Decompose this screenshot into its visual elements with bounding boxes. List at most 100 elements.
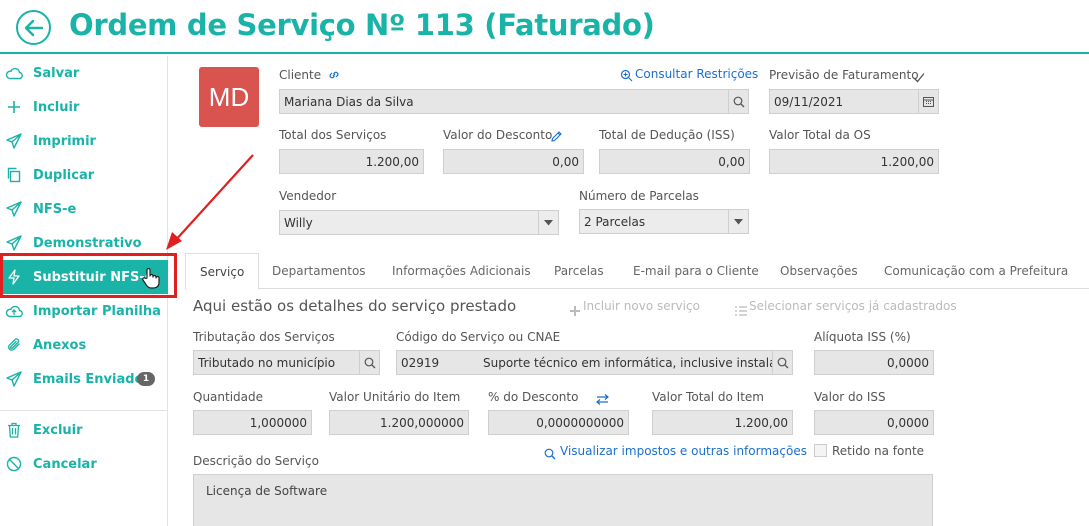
consult-restrictions-link[interactable]: Consultar Restrições — [635, 67, 758, 81]
count-badge: 1 — [137, 372, 155, 386]
discount-percent-label: % do Desconto — [488, 390, 579, 404]
installments-value: 2 Parcelas — [584, 214, 646, 229]
sidebar-item-label: Imprimir — [33, 133, 96, 149]
taxation-label: Tributação dos Serviços — [193, 330, 335, 344]
item-total-field: 1.200,00 — [652, 410, 793, 435]
chevron-down-icon[interactable] — [538, 211, 558, 234]
iss-rate-label: Alíquota ISS (%) — [814, 330, 911, 344]
page: Ordem de Serviço Nº 113 (Faturado) Salva… — [0, 0, 1089, 526]
billing-forecast-value: 09/11/2021 — [774, 94, 844, 109]
tab-departamentos[interactable]: Departamentos — [272, 253, 366, 289]
cloud-upload-icon — [5, 302, 23, 320]
total-os-label: Valor Total da OS — [769, 128, 871, 142]
installments-label: Número de Parcelas — [579, 189, 699, 203]
sidebar-item-label: Incluir — [33, 99, 80, 115]
search-icon[interactable] — [728, 90, 748, 113]
sidebar-item-duplicar[interactable]: Duplicar — [0, 160, 168, 190]
highlight-box — [0, 253, 177, 298]
search-plus-icon — [620, 67, 633, 86]
total-os-field: 1.200,00 — [769, 149, 939, 174]
search-icon[interactable] — [359, 351, 379, 374]
list-icon — [735, 301, 747, 320]
trash-icon — [5, 421, 23, 439]
sidebar-item-excluir[interactable]: Excluir — [0, 415, 168, 445]
seller-select[interactable]: Willy — [279, 210, 559, 235]
sidebar-item-label: Excluir — [33, 422, 83, 438]
sidebar-divider — [0, 410, 168, 411]
select-services-button[interactable]: Selecionar serviços já cadastrados — [749, 299, 957, 313]
unit-value-field[interactable]: 1.200,000000 — [329, 410, 469, 435]
check-icon — [913, 68, 925, 87]
client-field[interactable]: Mariana Dias da Silva — [279, 89, 749, 114]
taxation-value: Tributado no município — [198, 355, 336, 370]
pencil-icon[interactable] — [550, 128, 563, 147]
service-code-description: Suporte técnico em informática, inclusiv… — [483, 355, 793, 370]
seller-label: Vendedor — [279, 189, 337, 203]
tab-comunicacao-prefeitura[interactable]: Comunicação com a Prefeitura — [884, 253, 1068, 289]
search-icon[interactable] — [772, 351, 792, 374]
billing-forecast-field[interactable]: 09/11/2021 — [769, 89, 939, 114]
unit-value-label: Valor Unitário do Item — [329, 390, 461, 404]
sidebar-item-imprimir[interactable]: Imprimir — [0, 126, 168, 156]
taxation-field[interactable]: Tributado no município — [193, 350, 380, 375]
service-code-value: 02919 — [401, 355, 440, 370]
tab-email-cliente[interactable]: E-mail para o Cliente — [633, 253, 759, 289]
discount-field[interactable]: 0,00 — [443, 149, 584, 174]
tab-bar: Serviço Departamentos Informações Adicio… — [185, 253, 1089, 290]
sidebar-item-label: Duplicar — [33, 167, 95, 183]
client-value: Mariana Dias da Silva — [284, 94, 414, 109]
description-label: Descrição do Serviço — [193, 454, 319, 468]
tab-observacoes[interactable]: Observações — [780, 253, 858, 289]
installments-select[interactable]: 2 Parcelas — [579, 209, 749, 234]
sidebar-item-nfse[interactable]: NFS-e — [0, 194, 168, 224]
chevron-down-icon[interactable] — [728, 210, 748, 233]
billing-forecast-label: Previsão de Faturamento — [769, 68, 919, 82]
page-title: Ordem de Serviço Nº 113 (Faturado) — [69, 8, 655, 42]
sidebar-item-anexos[interactable]: Anexos — [0, 330, 168, 360]
paper-plane-icon — [5, 370, 23, 388]
sidebar-item-label: NFS-e — [33, 201, 77, 217]
total-services-field: 1.200,00 — [279, 149, 424, 174]
withheld-checkbox[interactable] — [814, 444, 827, 457]
iss-value-label: Valor do ISS — [814, 390, 886, 404]
link-icon[interactable] — [327, 67, 341, 86]
iss-value-field: 0,0000 — [814, 410, 934, 435]
client-avatar: MD — [199, 67, 259, 127]
sidebar-item-salvar[interactable]: Salvar — [0, 58, 168, 88]
swap-arrows-icon[interactable] — [596, 390, 609, 409]
view-taxes-link[interactable]: Visualizar impostos e outras informações — [560, 444, 807, 458]
back-button[interactable] — [16, 10, 51, 45]
discount-percent-field[interactable]: 0,0000000000 — [488, 410, 629, 435]
plus-icon — [5, 98, 23, 116]
plus-icon — [570, 301, 580, 320]
service-code-field[interactable]: 02919 Suporte técnico em informática, in… — [396, 350, 793, 375]
sidebar-item-cancelar[interactable]: Cancelar — [0, 449, 168, 479]
client-label: Cliente — [279, 68, 322, 82]
service-code-label: Código do Serviço ou CNAE — [396, 330, 561, 344]
tab-informacoes-adicionais[interactable]: Informações Adicionais — [392, 253, 531, 289]
header: Ordem de Serviço Nº 113 (Faturado) — [0, 0, 1089, 54]
deduction-field: 0,00 — [599, 149, 750, 174]
description-textarea[interactable]: Licença de Software — [193, 474, 933, 526]
item-total-label: Valor Total do Item — [652, 390, 764, 404]
withheld-label: Retido na fonte — [832, 444, 925, 458]
deduction-label: Total de Dedução (ISS) — [599, 128, 735, 142]
calendar-icon[interactable] — [918, 90, 938, 113]
sidebar-item-label: Anexos — [33, 337, 87, 353]
paperclip-icon — [5, 336, 23, 354]
cloud-icon — [5, 64, 23, 82]
quantity-label: Quantidade — [193, 390, 264, 404]
search-icon — [544, 445, 556, 464]
tab-servico[interactable]: Serviço — [185, 253, 260, 290]
paper-plane-icon — [5, 200, 23, 218]
tab-parcelas[interactable]: Parcelas — [554, 253, 604, 289]
sidebar-item-label: Cancelar — [33, 456, 97, 472]
sidebar-item-label: Importar Planilha — [33, 303, 161, 319]
sidebar-item-emails-enviados[interactable]: Emails Enviados 1 — [0, 364, 168, 394]
sidebar-item-importar-planilha[interactable]: Importar Planilha — [0, 296, 168, 326]
sidebar-item-incluir[interactable]: Incluir — [0, 92, 168, 122]
add-service-button[interactable]: Incluir novo serviço — [583, 299, 700, 313]
copy-icon — [5, 166, 23, 184]
iss-rate-field[interactable]: 0,0000 — [814, 350, 934, 375]
quantity-field[interactable]: 1,000000 — [193, 410, 312, 435]
